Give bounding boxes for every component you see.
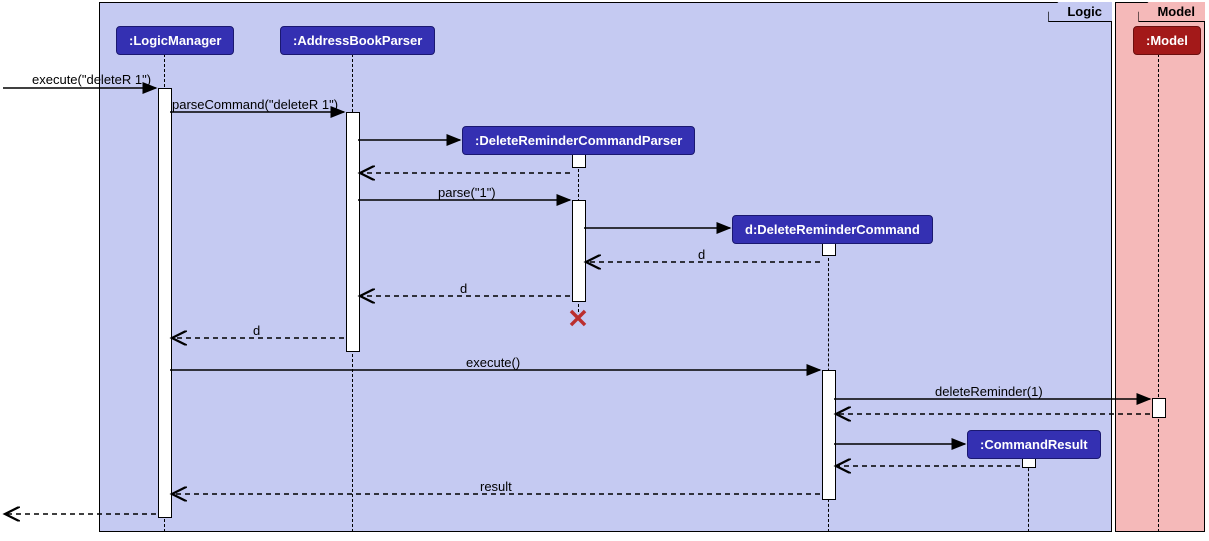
msg-parseCommand: parseCommand("deleteR 1") [172, 97, 338, 112]
participant-command-result: :CommandResult [967, 430, 1101, 459]
activation-drc-parser-2 [572, 200, 586, 302]
package-logic-label: Logic [1048, 2, 1112, 22]
msg-execute-deleteR: execute("deleteR 1") [32, 72, 151, 87]
package-logic: Logic [99, 2, 1112, 532]
msg-return-d-1: d [698, 247, 705, 262]
participant-delete-reminder-command: d:DeleteReminderCommand [732, 215, 933, 244]
activation-drc-2 [822, 370, 836, 500]
lifeline-model [1158, 54, 1159, 532]
msg-result: result [480, 479, 512, 494]
package-model: Model [1115, 2, 1205, 532]
msg-return-d-3: d [253, 323, 260, 338]
lifeline-command-result [1028, 458, 1029, 532]
activation-model [1152, 398, 1166, 418]
participant-delete-reminder-command-parser: :DeleteReminderCommandParser [462, 126, 695, 155]
participant-address-book-parser: :AddressBookParser [280, 26, 435, 55]
activation-address-book-parser [346, 112, 360, 352]
package-model-label: Model [1138, 2, 1205, 22]
msg-return-d-2: d [460, 281, 467, 296]
destroy-icon: ✕ [567, 304, 589, 335]
participant-logic-manager: :LogicManager [116, 26, 234, 55]
msg-parse: parse("1") [438, 185, 496, 200]
participant-model: :Model [1133, 26, 1201, 55]
activation-logic-manager [158, 88, 172, 518]
msg-execute: execute() [466, 355, 520, 370]
msg-deleteReminder: deleteReminder(1) [935, 384, 1043, 399]
